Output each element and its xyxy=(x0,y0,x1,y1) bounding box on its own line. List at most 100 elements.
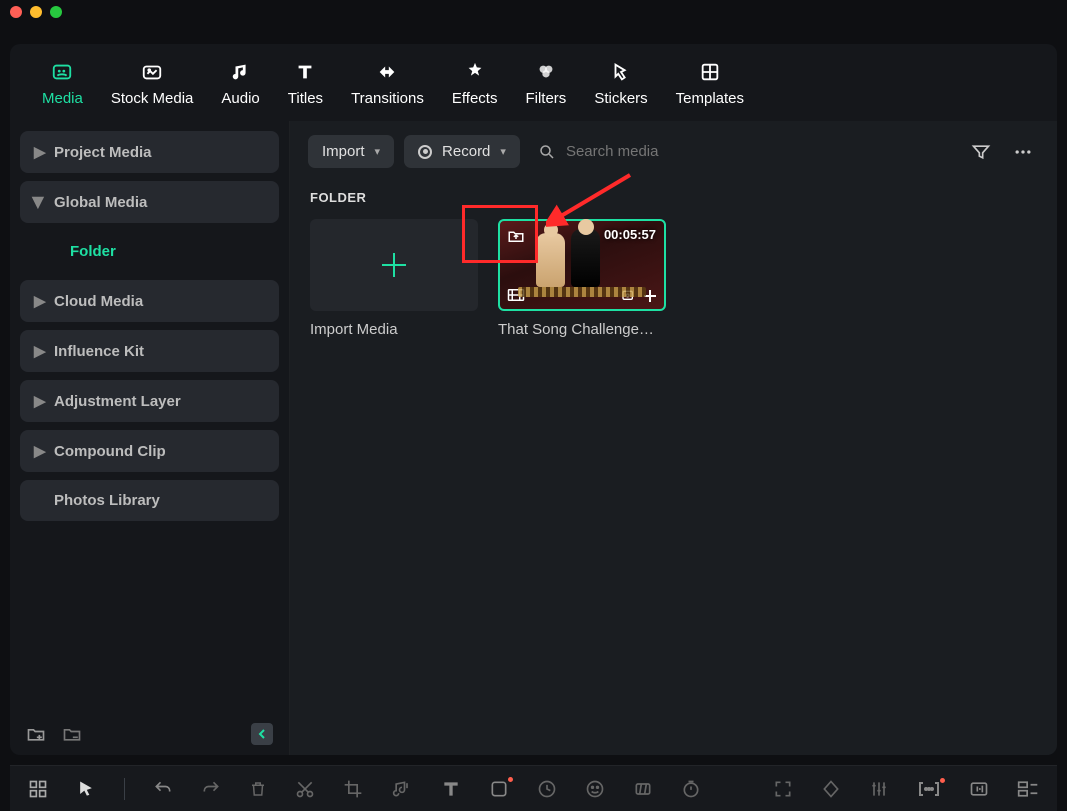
tab-label: Templates xyxy=(676,90,744,107)
collapse-sidebar-button[interactable] xyxy=(251,723,273,745)
sidebar-item-label: Cloud Media xyxy=(54,293,143,310)
speed-icon[interactable] xyxy=(537,779,557,799)
cut-icon[interactable] xyxy=(295,779,315,799)
layout-icon[interactable] xyxy=(28,779,48,799)
clip-duration: 00:05:57 xyxy=(604,227,656,242)
window-controls xyxy=(0,0,1067,34)
track-icon[interactable] xyxy=(1017,780,1039,798)
sidebar-item-label: Adjustment Layer xyxy=(54,393,181,410)
tab-stickers[interactable]: Stickers xyxy=(580,56,661,115)
audio-edit-icon[interactable] xyxy=(391,779,413,799)
adjust-icon[interactable] xyxy=(869,779,889,799)
notification-dot xyxy=(940,778,945,783)
chevron-down-icon: ▾ xyxy=(375,145,381,158)
plus-small-icon xyxy=(643,289,657,303)
undo-icon[interactable] xyxy=(153,779,173,799)
sidebar: ▶ Project Media ▶ Global Media Folder ▶ … xyxy=(10,121,290,755)
import-media-tile[interactable]: Import Media xyxy=(310,219,478,338)
tab-label: Transitions xyxy=(351,90,424,107)
sidebar-item-influence-kit[interactable]: ▶ Influence Kit xyxy=(20,330,279,372)
transitions-icon xyxy=(375,60,399,84)
import-media-thumb[interactable] xyxy=(310,219,478,311)
top-tabs: Media Stock Media Audio Titles Transitio… xyxy=(10,44,1057,121)
tab-stock-media[interactable]: Stock Media xyxy=(97,56,208,115)
timeline-toolbar xyxy=(10,765,1057,811)
sidebar-item-folder[interactable]: Folder xyxy=(20,231,279,272)
import-media-label: Import Media xyxy=(310,321,478,338)
overlay-icon xyxy=(621,289,637,303)
sidebar-item-cloud-media[interactable]: ▶ Cloud Media xyxy=(20,280,279,322)
import-button[interactable]: Import ▾ xyxy=(308,135,394,168)
sidebar-item-label: Compound Clip xyxy=(54,443,166,460)
main-panel: Media Stock Media Audio Titles Transitio… xyxy=(10,44,1057,755)
chroma-icon[interactable] xyxy=(633,779,653,799)
text-icon[interactable] xyxy=(441,779,461,799)
content-toolbar: Import ▾ Record ▾ xyxy=(290,121,1057,182)
sidebar-item-project-media[interactable]: ▶ Project Media xyxy=(20,131,279,173)
window-close-button[interactable] xyxy=(10,6,22,18)
timer-icon[interactable] xyxy=(681,779,701,799)
chevron-right-icon: ▶ xyxy=(34,342,44,360)
fit-icon[interactable] xyxy=(773,779,793,799)
media-clip-thumb[interactable]: 00:05:57 xyxy=(498,219,666,311)
titles-icon xyxy=(293,60,317,84)
record-icon xyxy=(418,145,432,159)
tab-label: Audio xyxy=(221,90,259,107)
chevron-down-icon: ▶ xyxy=(30,197,48,207)
video-icon xyxy=(507,287,525,303)
add-clip-overlay[interactable] xyxy=(621,289,657,303)
media-icon xyxy=(50,60,74,84)
filter-icon[interactable] xyxy=(965,138,997,166)
add-folder-icon[interactable] xyxy=(26,725,46,743)
mask-icon[interactable] xyxy=(489,779,509,799)
cursor-icon[interactable] xyxy=(76,779,96,799)
chevron-right-icon: ▶ xyxy=(34,143,44,161)
audio-icon xyxy=(229,60,253,84)
plus-icon xyxy=(378,249,410,281)
tab-label: Effects xyxy=(452,90,498,107)
window-minimize-button[interactable] xyxy=(30,6,42,18)
tab-templates[interactable]: Templates xyxy=(662,56,758,115)
chevron-right-icon: ▶ xyxy=(34,392,44,410)
media-grid: Import Media 00:05:57 xyxy=(290,219,1057,338)
tab-label: Stickers xyxy=(594,90,647,107)
stickers-icon xyxy=(609,60,633,84)
sidebar-item-photos-library[interactable]: Photos Library xyxy=(20,480,279,521)
content-area: Import ▾ Record ▾ xyxy=(290,121,1057,755)
tab-label: Titles xyxy=(288,90,323,107)
import-label: Import xyxy=(322,143,365,160)
media-clip-tile[interactable]: 00:05:57 That Song Challenge… xyxy=(498,219,666,338)
tab-media[interactable]: Media xyxy=(28,56,97,115)
stock-media-icon xyxy=(140,60,164,84)
chevron-right-icon: ▶ xyxy=(34,442,44,460)
keyframe-icon[interactable] xyxy=(821,779,841,799)
search-field[interactable] xyxy=(530,137,955,167)
separator xyxy=(124,778,125,800)
color-icon[interactable] xyxy=(585,779,605,799)
redo-icon[interactable] xyxy=(201,779,221,799)
delete-icon[interactable] xyxy=(249,779,267,799)
record-button[interactable]: Record ▾ xyxy=(404,135,520,168)
remove-folder-icon[interactable] xyxy=(62,725,82,743)
sidebar-item-label: Global Media xyxy=(54,194,147,211)
sidebar-item-global-media[interactable]: ▶ Global Media xyxy=(20,181,279,223)
window-maximize-button[interactable] xyxy=(50,6,62,18)
media-clip-label: That Song Challenge… xyxy=(498,321,666,338)
notification-dot xyxy=(508,777,513,782)
chevron-right-icon: ▶ xyxy=(34,292,44,310)
search-input[interactable] xyxy=(566,143,947,160)
sidebar-item-compound-clip[interactable]: ▶ Compound Clip xyxy=(20,430,279,472)
bracket-icon[interactable] xyxy=(917,780,941,798)
crop-icon[interactable] xyxy=(343,779,363,799)
more-options-icon[interactable] xyxy=(1007,138,1039,166)
sidebar-item-adjustment-layer[interactable]: ▶ Adjustment Layer xyxy=(20,380,279,422)
tab-filters[interactable]: Filters xyxy=(511,56,580,115)
effects-icon xyxy=(463,60,487,84)
tab-audio[interactable]: Audio xyxy=(207,56,273,115)
tab-transitions[interactable]: Transitions xyxy=(337,56,438,115)
tab-label: Media xyxy=(42,90,83,107)
waveform-icon[interactable] xyxy=(969,780,989,798)
tab-effects[interactable]: Effects xyxy=(438,56,512,115)
tab-titles[interactable]: Titles xyxy=(274,56,337,115)
sidebar-item-label: Photos Library xyxy=(54,492,160,509)
